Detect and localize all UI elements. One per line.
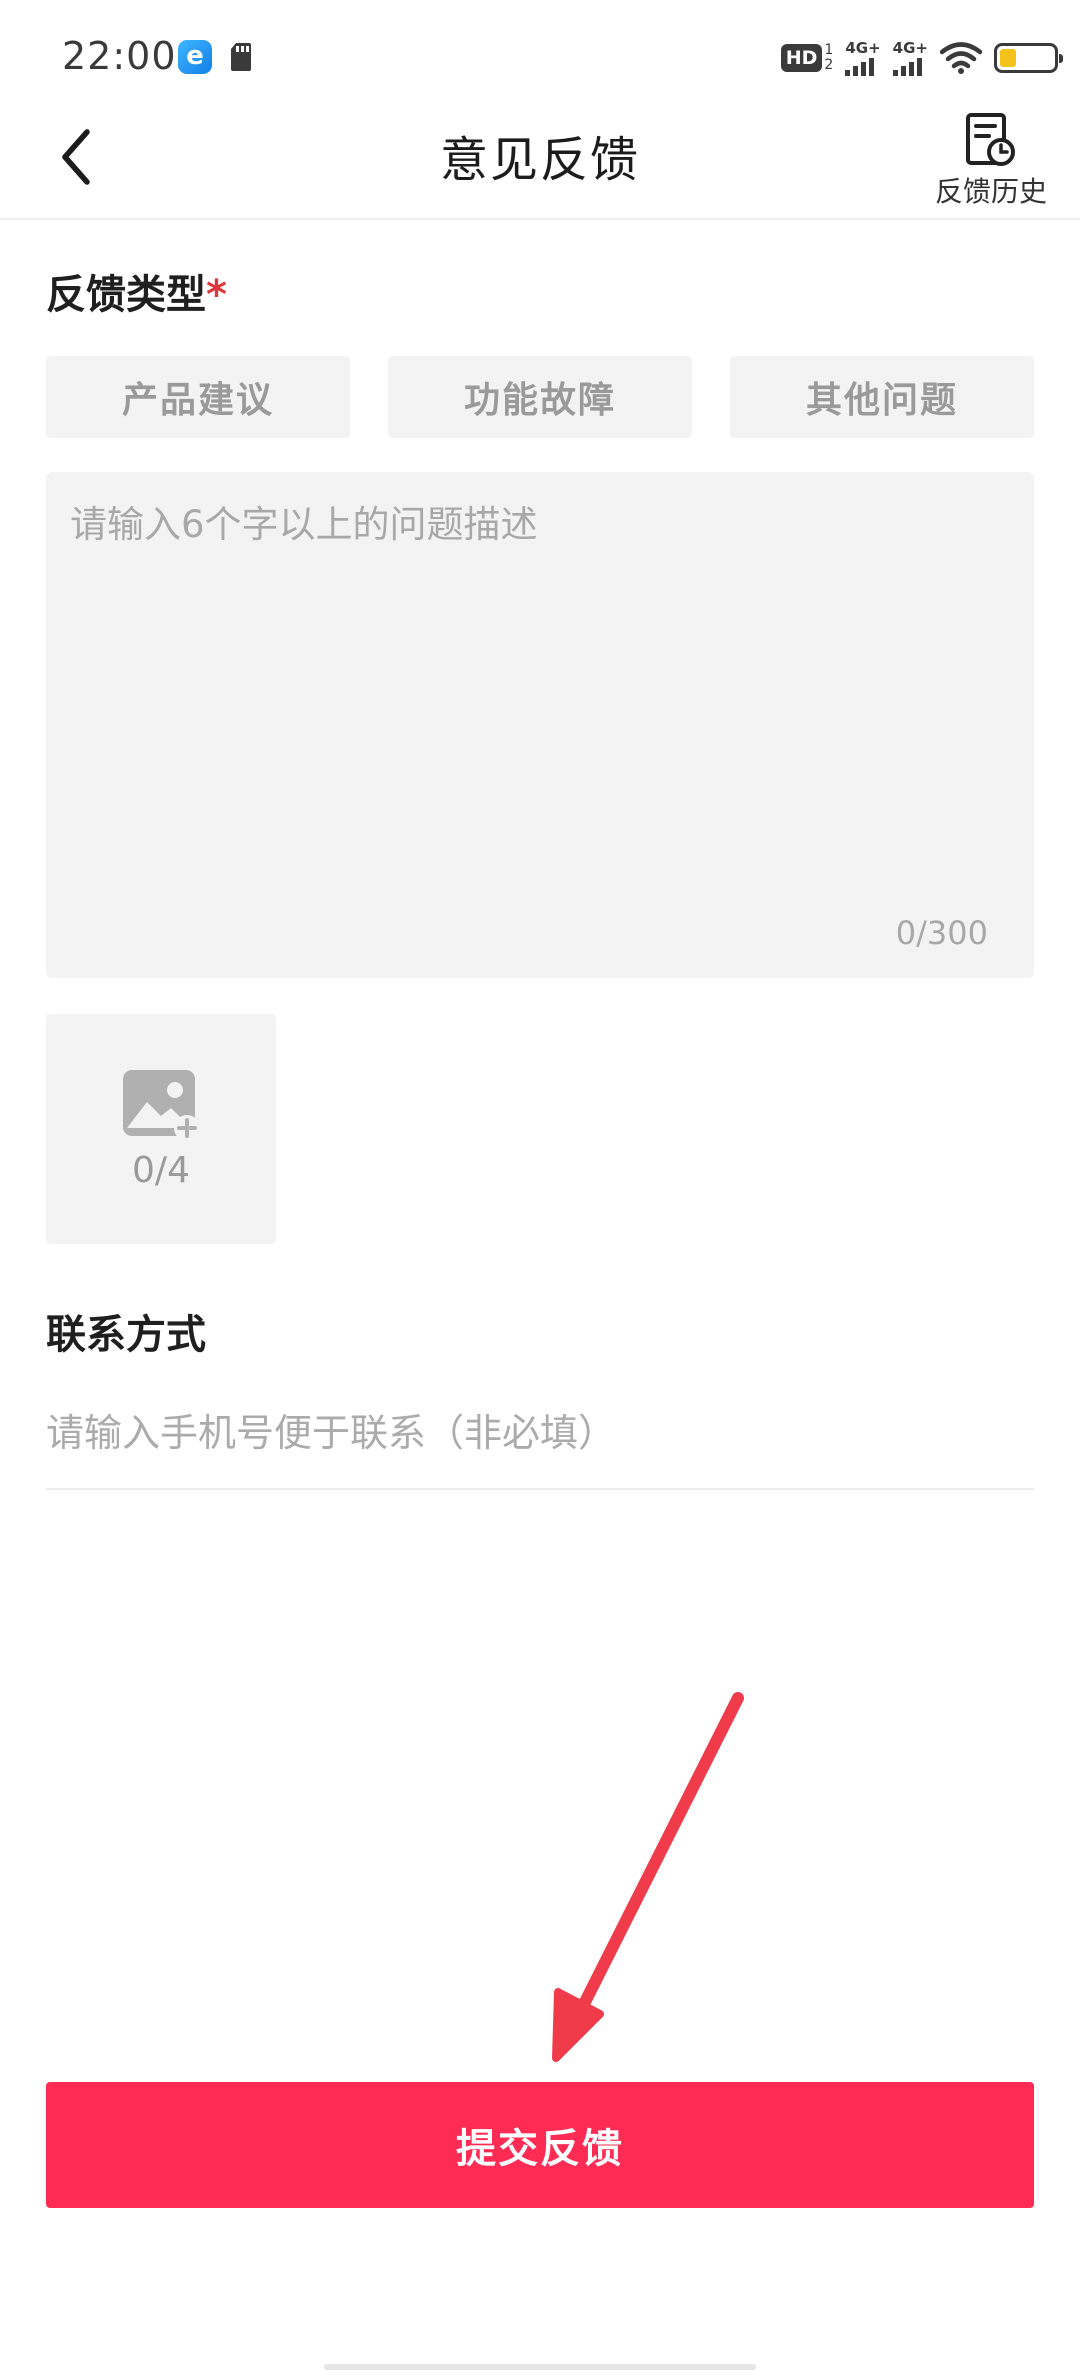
sd-card-icon bbox=[231, 43, 251, 71]
network-type-label: 4G+ bbox=[892, 38, 928, 57]
description-box: 0/300 bbox=[46, 472, 1034, 978]
contact-divider bbox=[46, 1488, 1034, 1490]
hd-voice-icon: HD 1 2 bbox=[780, 42, 834, 73]
required-mark: * bbox=[206, 272, 227, 318]
add-image-icon bbox=[123, 1069, 200, 1141]
hd-label: HD bbox=[780, 44, 823, 72]
back-button[interactable] bbox=[42, 122, 112, 192]
arrow-head bbox=[552, 1988, 604, 2062]
status-time: 22:00 bbox=[62, 34, 177, 78]
feedback-history-button[interactable]: 反馈历史 bbox=[926, 112, 1056, 210]
status-bar: 22:00 e HD 1 2 4G+ 4G+ bbox=[0, 0, 1080, 100]
battery-level bbox=[1000, 49, 1016, 67]
cell-signal-icon: 4G+ bbox=[845, 38, 881, 76]
hd-sub: 2 bbox=[824, 57, 834, 73]
feedback-type-heading: 反馈类型* bbox=[46, 262, 227, 320]
contact-heading: 联系方式 bbox=[46, 1312, 206, 1358]
hd-sup: 1 bbox=[824, 42, 834, 58]
contact-phone-input[interactable] bbox=[46, 1398, 1034, 1468]
type-option-product-suggestion[interactable]: 产品建议 bbox=[46, 356, 350, 438]
type-option-function-bug[interactable]: 功能故障 bbox=[388, 356, 692, 438]
chevron-left-icon bbox=[62, 129, 90, 185]
submit-feedback-button[interactable]: 提交反馈 bbox=[46, 2082, 1034, 2208]
page-title: 意见反馈 bbox=[439, 132, 640, 188]
nav-bar: 意见反馈 反馈历史 bbox=[0, 100, 1080, 220]
status-indicators: HD 1 2 4G+ 4G+ bbox=[780, 36, 1063, 80]
type-option-other-issue[interactable]: 其他问题 bbox=[730, 356, 1034, 438]
network-type-label: 4G+ bbox=[845, 38, 881, 57]
feedback-type-label: 反馈类型 bbox=[46, 272, 206, 318]
feedback-history-label: 反馈历史 bbox=[934, 175, 1047, 208]
document-clock-icon bbox=[966, 113, 1015, 166]
description-input[interactable] bbox=[70, 494, 1000, 894]
browser-app-icon: e bbox=[178, 40, 212, 74]
cell-signal-icon: 4G+ bbox=[892, 38, 928, 76]
char-counter: 0/300 bbox=[895, 914, 988, 952]
add-image-button[interactable]: 0/4 bbox=[46, 1014, 276, 1244]
home-indicator[interactable] bbox=[324, 2364, 756, 2370]
battery-icon bbox=[994, 43, 1063, 73]
feedback-type-options: 产品建议 功能故障 其他问题 bbox=[46, 356, 1034, 438]
image-count: 0/4 bbox=[132, 1149, 190, 1191]
arrow-shaft bbox=[578, 1692, 744, 2010]
wifi-icon bbox=[940, 42, 982, 74]
